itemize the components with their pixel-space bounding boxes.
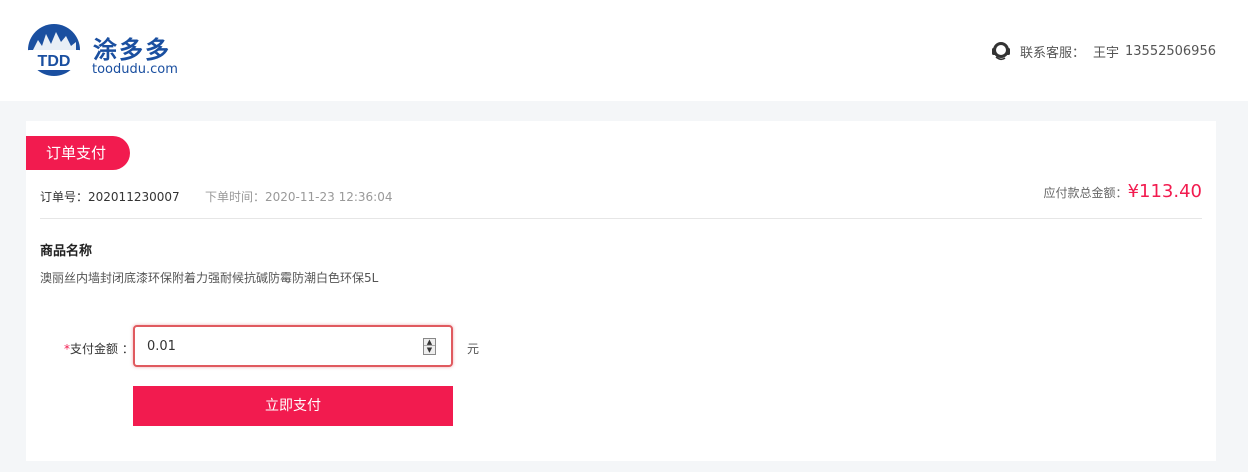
pay-amount-label: *支付金额 ： — [64, 340, 134, 357]
order-number-label: 订单号： — [40, 190, 89, 204]
order-info-row: 订单号：202011230007 下单时间：2020-11-23 12:36:0… — [40, 179, 1202, 219]
stepper-up-icon[interactable]: ▲ — [424, 339, 435, 346]
goods-heading: 商品名称 — [40, 244, 93, 259]
order-time-value: 2020-11-23 12:36:04 — [265, 190, 393, 204]
logo-domain: toodudu.com — [92, 62, 178, 77]
pay-amount-input[interactable] — [147, 336, 407, 356]
customer-service: 联系客服： 王宇 13552506956 — [990, 40, 1216, 62]
service-phone: 13552506956 — [1125, 43, 1216, 59]
service-name: 王宇 — [1093, 45, 1120, 61]
order-number: 订单号：202011230007 — [40, 188, 180, 205]
pay-amount-label-text: 支付金额 ： — [70, 342, 134, 356]
top-header: TDD 涂多多 toodudu.com 联系客服： 王宇 13552506956 — [0, 0, 1248, 101]
currency-unit: 元 — [467, 342, 480, 356]
tdd-logo-icon: TDD — [26, 24, 82, 76]
total-amount-block: 应付款总金额： ¥113.40 — [1044, 181, 1202, 202]
pay-amount-field[interactable]: ▲ ▼ — [133, 325, 453, 367]
amount-stepper[interactable]: ▲ ▼ — [423, 338, 436, 355]
order-payment-card: 订单支付 订单号：202011230007 下单时间：2020-11-23 12… — [26, 121, 1216, 461]
order-number-value: 202011230007 — [88, 190, 180, 204]
svg-text:TDD: TDD — [38, 53, 71, 70]
headset-icon — [991, 42, 1010, 61]
order-time: 下单时间：2020-11-23 12:36:04 — [205, 188, 392, 205]
service-label: 联系客服： — [1019, 45, 1085, 61]
stepper-down-icon[interactable]: ▼ — [424, 347, 435, 354]
total-amount-label: 应付款总金额： — [1043, 186, 1128, 200]
logo-name: 涂多多 — [93, 36, 171, 64]
goods-name: 澳丽丝内墙封闭底漆环保附着力强耐候抗碱防霉防潮白色环保5L — [40, 271, 379, 285]
section-title: 订单支付 — [26, 136, 130, 170]
order-time-label: 下单时间： — [205, 190, 266, 204]
total-amount-value: ¥113.40 — [1127, 181, 1202, 202]
pay-now-button[interactable]: 立即支付 — [133, 386, 453, 426]
